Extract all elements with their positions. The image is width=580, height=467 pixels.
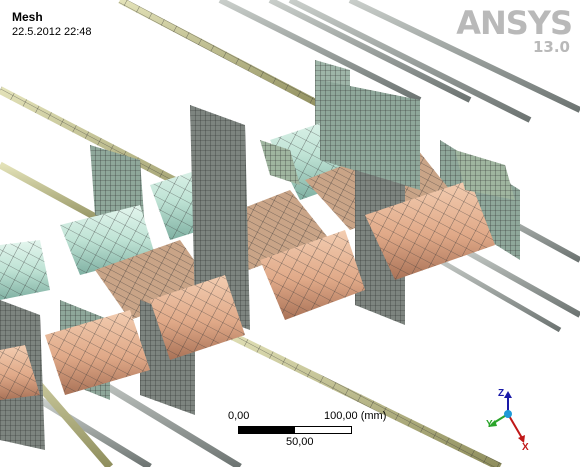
scale-start-label: 0,00 <box>228 410 250 422</box>
scale-end-label: 100,00 (mm) <box>324 410 387 422</box>
axis-y-label: Y <box>486 419 493 430</box>
axis-x-label: X <box>522 442 529 453</box>
ansys-logo: ANSYS <box>456 4 573 42</box>
axis-triad[interactable]: Z Y X <box>482 386 542 456</box>
result-title: Mesh <box>12 10 43 24</box>
scale-ruler <box>238 426 352 434</box>
axis-z-label: Z <box>498 388 505 399</box>
result-timestamp: 22.5.2012 22:48 <box>12 26 92 38</box>
scale-bar: 0,00 100,00 (mm) 50,00 <box>224 410 444 450</box>
version-label: 13.0 <box>532 38 570 56</box>
graphics-viewport[interactable]: Mesh 22.5.2012 22:48 ANSYS 13.0 0,00 100… <box>0 0 580 467</box>
scale-mid-label: 50,00 <box>286 436 314 448</box>
